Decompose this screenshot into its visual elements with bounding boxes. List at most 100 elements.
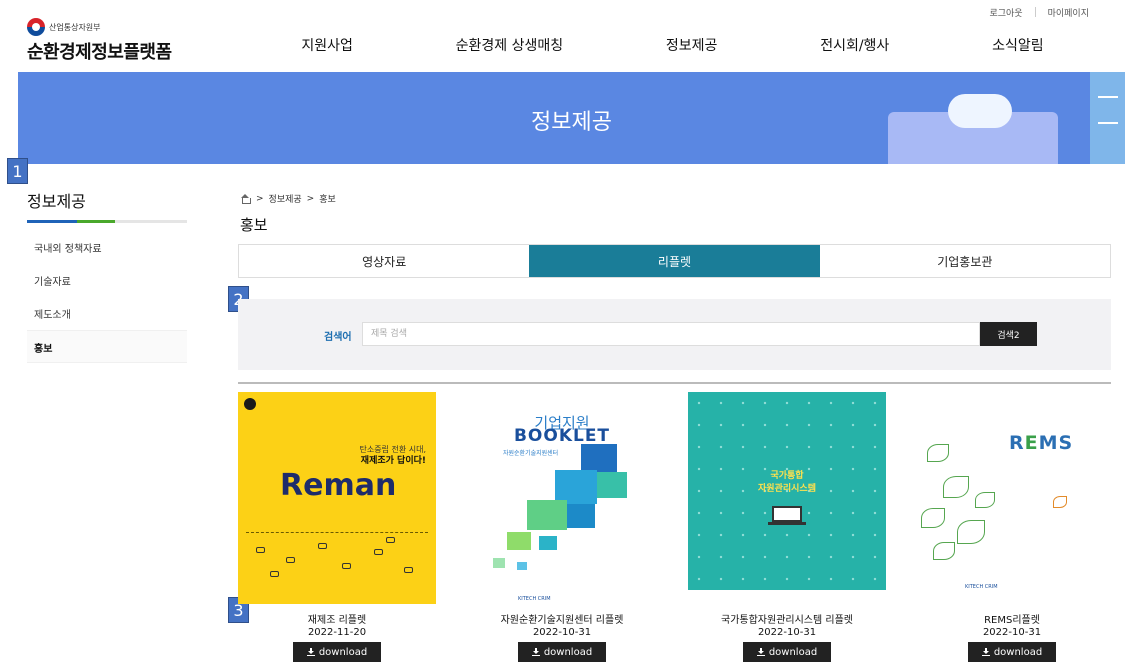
tab-company-promo[interactable]: 기업홍보관 — [819, 245, 1110, 277]
cover-line: 자원순환기술지원센터 — [503, 450, 559, 457]
laptop-icon — [768, 506, 806, 525]
leaf-icon — [921, 508, 945, 528]
cube-shape — [493, 558, 505, 568]
utility-menu: 로그아웃 마이페이지 — [989, 6, 1089, 19]
nav-item-support[interactable]: 지원사업 — [301, 35, 353, 55]
download-button[interactable]: download — [743, 642, 831, 662]
tab-leaflet[interactable]: 리플렛 — [529, 245, 820, 277]
rems-logo-part: R — [1009, 432, 1025, 454]
site-logo[interactable]: 산업통상자원부 순환경제정보플랫폼 — [27, 18, 172, 64]
machinery-illustration — [246, 532, 428, 586]
sidebar-menu: 국내외 정책자료 기술자료 제도소개 홍보 — [27, 231, 187, 363]
download-button[interactable]: download — [293, 642, 381, 662]
leaf-icon — [1053, 496, 1067, 508]
pattern-background — [688, 392, 886, 604]
leaflet-thumbnail[interactable]: 탄소중립 전환 시대, 재제조가 답이다! Reman — [238, 392, 436, 604]
government-emblem-icon — [27, 18, 45, 36]
nav-item-news[interactable]: 소식알림 — [992, 35, 1044, 55]
ministry-label: 산업통상자원부 — [27, 18, 172, 36]
leaflet-thumbnail[interactable]: 국가통합 자원관리시스템 — [688, 392, 886, 604]
cover-line: BOOKLET — [513, 426, 611, 446]
leaf-icon — [957, 520, 985, 544]
sidebar-item-promotion[interactable]: 홍보 — [27, 330, 187, 363]
sidebar-item-policy[interactable]: 국내외 정책자료 — [27, 231, 187, 264]
cube-shape — [539, 536, 557, 550]
cover-title-line: 자원관리시스템 — [758, 484, 816, 494]
leaf-icon — [933, 542, 955, 560]
leaflet-date: 2022-10-31 — [532, 627, 592, 638]
cover-tagline-line: 탄소중립 전환 시대, — [359, 445, 426, 454]
leaf-icon — [975, 492, 995, 508]
home-icon[interactable] — [240, 193, 251, 204]
leaflet-date: 2022-11-20 — [307, 627, 367, 638]
leaflet-title: 자원순환기술지원센터 리플렛 — [500, 615, 624, 626]
logout-link[interactable]: 로그아웃 — [989, 6, 1022, 19]
cube-shape — [555, 470, 597, 504]
download-label: download — [318, 646, 368, 658]
leaflet-thumbnail[interactable]: REMS KITECH CRIM — [913, 392, 1111, 604]
download-icon — [531, 648, 540, 656]
leaflet-card: 국가통합 자원관리시스템 국가통합자원관리시스템 리플렛 2022-10-31 … — [688, 392, 886, 662]
download-button[interactable]: download — [518, 642, 606, 662]
search-button[interactable]: 검색2 — [980, 322, 1037, 346]
download-icon — [756, 648, 765, 656]
leaf-icon — [943, 476, 969, 498]
main-nav: 지원사업 순환경제 상생매칭 정보제공 전시회/행사 소식알림 — [250, 35, 1095, 55]
cover-footer: KITECH CRIM — [965, 584, 998, 590]
nav-item-matching[interactable]: 순환경제 상생매칭 — [456, 35, 564, 55]
leaflet-card: 기업지원 BOOKLET 자원순환기술지원센터 KITECH CRIM 자원순환… — [463, 392, 661, 662]
utility-divider — [1034, 7, 1036, 17]
leaflet-card: 탄소중립 전환 시대, 재제조가 답이다! Reman 재제조 리플렛 2022… — [238, 392, 436, 662]
sidebar-item-system[interactable]: 제도소개 — [27, 297, 187, 330]
leaflet-thumbnail[interactable]: 기업지원 BOOKLET 자원순환기술지원센터 KITECH CRIM — [463, 392, 661, 604]
cover-tagline: 탄소중립 전환 시대, 재제조가 답이다! — [359, 444, 426, 467]
cube-shape — [567, 504, 595, 528]
nav-item-exhibition[interactable]: 전시회/행사 — [820, 35, 889, 55]
content-tabs: 영상자료 리플렛 기업홍보관 — [238, 244, 1111, 278]
page-banner: 정보제공 — [18, 72, 1125, 164]
download-label: download — [993, 646, 1043, 658]
download-icon — [981, 648, 990, 656]
tab-video[interactable]: 영상자료 — [239, 245, 530, 277]
site-name: 순환경제정보플랫폼 — [27, 42, 172, 63]
cover-footer: KITECH CRIM — [518, 596, 551, 602]
cover-title: 국가통합 자원관리시스템 — [688, 470, 886, 496]
sidebar-item-tech[interactable]: 기술자료 — [27, 264, 187, 297]
sidebar-title-underline — [27, 220, 187, 223]
nav-item-info[interactable]: 정보제공 — [666, 35, 718, 55]
cube-shape — [527, 500, 567, 530]
leaflet-date: 2022-10-31 — [982, 627, 1042, 638]
banner-title: 정보제공 — [531, 110, 612, 135]
logo-mark-icon — [244, 398, 256, 410]
rems-logo-part: MS — [1038, 432, 1074, 454]
sidebar: 정보제공 국내외 정책자료 기술자료 제도소개 홍보 — [27, 188, 187, 363]
breadcrumb: > 정보제공 > 홍보 — [240, 192, 336, 205]
breadcrumb-separator: > — [256, 193, 264, 204]
rems-logo: REMS — [1009, 432, 1073, 454]
leaflet-title: REMS리플렛 — [984, 615, 1040, 626]
cover-headline: Reman — [280, 468, 397, 503]
leaf-icon — [927, 444, 949, 462]
leaflet-list: 탄소중립 전환 시대, 재제조가 답이다! Reman 재제조 리플렛 2022… — [238, 392, 1111, 662]
cover-title-line: 국가통합 — [770, 471, 804, 481]
leaflet-date: 2022-10-31 — [757, 627, 817, 638]
breadcrumb-item[interactable]: 홍보 — [319, 192, 336, 205]
breadcrumb-separator: > — [306, 193, 315, 204]
page-title: 홍보 — [240, 216, 268, 234]
ministry-name: 산업통상자원부 — [49, 22, 101, 32]
download-label: download — [768, 646, 818, 658]
cube-shape — [517, 562, 527, 570]
search-input[interactable] — [362, 322, 980, 346]
cube-shape — [507, 532, 531, 550]
cover-footer — [688, 590, 886, 604]
marker-1: 1 — [7, 158, 28, 184]
leaflet-title: 재제조 리플렛 — [307, 615, 367, 626]
rems-logo-part: E — [1024, 432, 1039, 454]
mypage-link[interactable]: 마이페이지 — [1048, 6, 1089, 19]
download-button[interactable]: download — [968, 642, 1056, 662]
cover-tagline-line: 재제조가 답이다! — [360, 456, 426, 466]
sidebar-title: 정보제공 — [27, 192, 86, 211]
leaflet-card: REMS KITECH CRIM REMS리플렛 2022-10-31 down… — [913, 392, 1111, 662]
breadcrumb-item[interactable]: 정보제공 — [269, 192, 302, 205]
cube-shape — [597, 472, 627, 498]
